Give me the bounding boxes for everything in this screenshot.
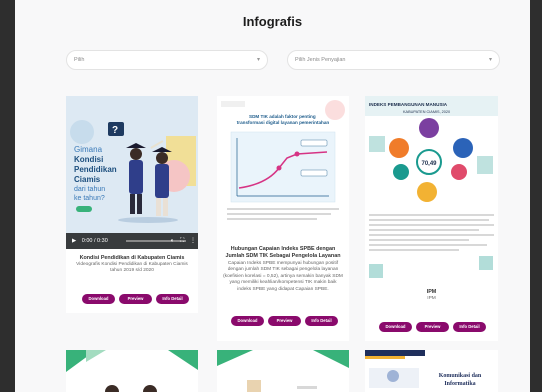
caption-line: Komunikasi dan bbox=[438, 373, 482, 379]
card-description: Capaian Indeks SPBE mempunyai hubungan p… bbox=[223, 261, 343, 292]
chevron-down-icon: ▾ bbox=[488, 57, 492, 63]
ipm-heading: INDEKS PEMBANGUNAN MANUSIA bbox=[369, 102, 448, 107]
infographic-thumbnail[interactable] bbox=[217, 350, 349, 392]
video-progress-bar[interactable] bbox=[126, 240, 186, 242]
preview-button[interactable]: Preview bbox=[119, 294, 152, 304]
spbe-chart-illustration: SDM TIK adalah faktor penting transforma… bbox=[217, 96, 349, 231]
infographic-thumbnail[interactable] bbox=[66, 350, 198, 392]
more-options-icon[interactable]: ⋮ bbox=[190, 233, 196, 249]
filter-select-value: Pilih bbox=[74, 57, 85, 63]
info-detail-button[interactable]: Info Detail bbox=[305, 316, 338, 326]
play-icon[interactable]: ▶ bbox=[72, 238, 76, 244]
thumb-line: Gimana bbox=[74, 145, 103, 154]
infographic-card: ? Gimana Kondisi Pendidikan Ciamis dari … bbox=[66, 96, 198, 313]
filter-select[interactable]: Pilih ▾ bbox=[66, 50, 268, 70]
presentation-type-value: Pilih Jenis Penyajian bbox=[295, 57, 346, 63]
infographic-thumbnail[interactable]: INDEKS PEMBANGUNAN MANUSIA KABUPATEN CIA… bbox=[365, 96, 498, 283]
video-controls: ▶ 0:00 / 0:30 ◖ ⛶ ⋮ bbox=[66, 233, 198, 249]
card-description: Videografis Kondisi Pendidikan di Kabupa… bbox=[76, 262, 188, 274]
caption-line: Informatika bbox=[444, 381, 476, 387]
question-mark: ? bbox=[112, 125, 118, 136]
preview-button[interactable]: Preview bbox=[268, 316, 301, 326]
infographic-card bbox=[66, 350, 198, 392]
chevron-down-icon: ▾ bbox=[256, 57, 260, 63]
bottom-card-caption: Komunikasi dan Informatika bbox=[425, 372, 495, 388]
ipm-subheading: KABUPATEN CIAMIS, 2020 bbox=[403, 110, 450, 114]
ipm-value: 70,49 bbox=[421, 161, 437, 167]
thumb-line: Ciamis bbox=[74, 175, 101, 184]
infographic-card bbox=[217, 350, 349, 392]
download-button[interactable]: Download bbox=[379, 322, 412, 332]
download-button[interactable]: Download bbox=[82, 294, 115, 304]
infographic-card: Komunikasi dan Informatika bbox=[365, 350, 498, 392]
infographic-thumbnail[interactable]: SDM TIK adalah faktor penting transforma… bbox=[217, 96, 349, 231]
infographic-card: INDEKS PEMBANGUNAN MANUSIA KABUPATEN CIA… bbox=[365, 96, 498, 341]
window-frame-left bbox=[0, 0, 15, 392]
window-frame-right bbox=[530, 0, 542, 392]
card-title: IPM bbox=[426, 289, 437, 295]
info-detail-button[interactable]: Info Detail bbox=[156, 294, 189, 304]
volume-icon[interactable]: ◖ bbox=[170, 233, 174, 249]
download-button[interactable]: Download bbox=[231, 316, 264, 326]
ipm-infographic-illustration: INDEKS PEMBANGUNAN MANUSIA KABUPATEN CIA… bbox=[365, 96, 498, 283]
thumb-line: ke tahun? bbox=[74, 195, 105, 202]
video-time: 0:00 / 0:30 bbox=[81, 238, 108, 244]
card-title: Hubungan Capaian Indeks SPBE dengan Juml… bbox=[225, 246, 341, 259]
infografis-page: Infografis Pilih ▾ Pilih Jenis Penyajian… bbox=[15, 0, 530, 392]
page-title: Infografis bbox=[242, 14, 303, 29]
presentation-type-select[interactable]: Pilih Jenis Penyajian ▾ bbox=[287, 50, 500, 70]
preview-button[interactable]: Preview bbox=[416, 322, 449, 332]
card-title: Kondisi Pendidikan di Kabupaten Ciamis bbox=[79, 255, 185, 261]
thumb-line: Kondisi bbox=[74, 155, 103, 164]
info-detail-button[interactable]: Info Detail bbox=[453, 322, 486, 332]
video-illustration: ? Gimana Kondisi Pendidikan Ciamis dari … bbox=[66, 96, 198, 249]
thumb-line: Pendidikan bbox=[74, 165, 117, 174]
svg-text:SDM TIK adalah faktor penting: SDM TIK adalah faktor penting transforma… bbox=[237, 114, 330, 125]
card-description: IPM bbox=[427, 296, 436, 301]
fullscreen-icon[interactable]: ⛶ bbox=[180, 233, 184, 249]
video-thumbnail[interactable]: ? Gimana Kondisi Pendidikan Ciamis dari … bbox=[66, 96, 198, 249]
infographic-card: SDM TIK adalah faktor penting transforma… bbox=[217, 96, 349, 341]
thumb-line: dari tahun bbox=[74, 186, 105, 193]
